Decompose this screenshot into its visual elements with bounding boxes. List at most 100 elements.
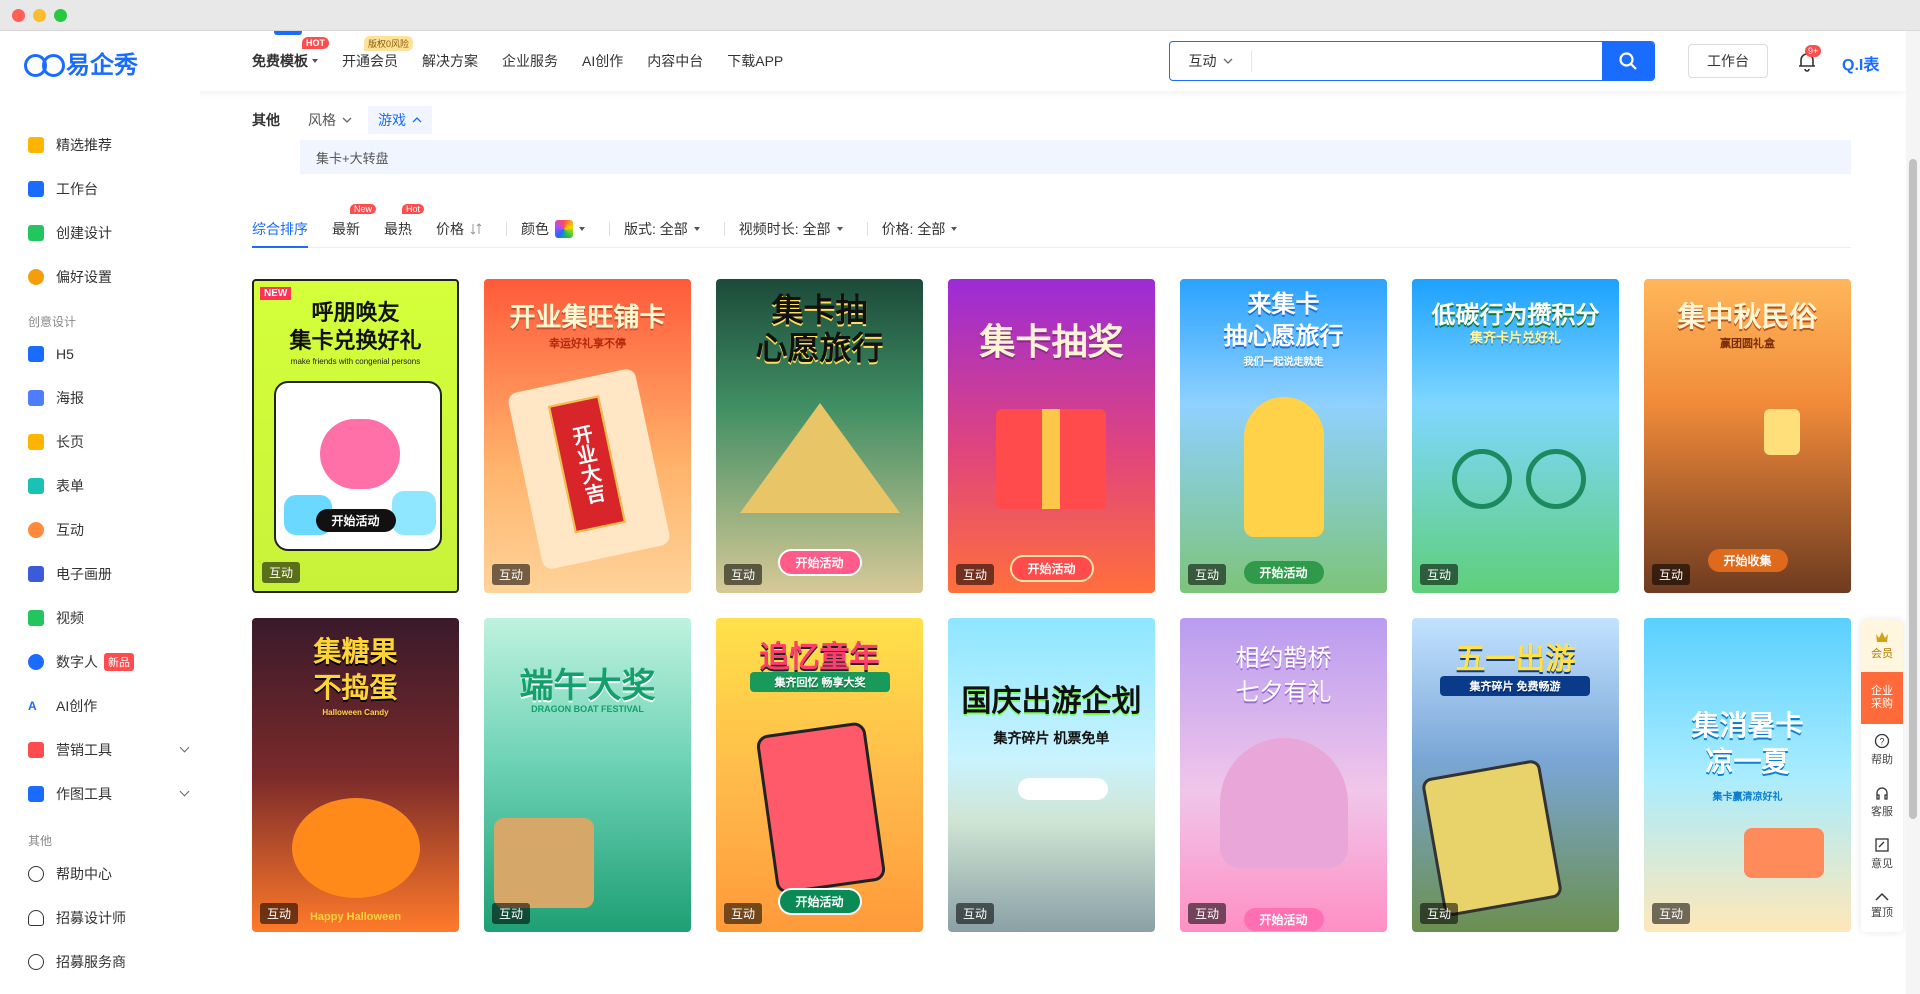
sidebar-item-ai-creation[interactable]: A AI创作 <box>28 694 188 718</box>
search-type-select[interactable]: 互动 <box>1170 50 1252 72</box>
scrollbar-thumb[interactable] <box>1909 159 1917 819</box>
card-title: 追忆童年 <box>759 641 880 674</box>
bike-wheel <box>1526 449 1586 509</box>
brand-logo[interactable]: 易企秀 <box>24 45 138 80</box>
template-card[interactable]: 开业集旺铺卡 幸运好礼享不停 开业大吉 互动 <box>484 279 691 593</box>
card-type-tag: 互动 <box>1188 903 1227 924</box>
card-type-tag: 互动 <box>956 564 995 585</box>
sidebar-item-create[interactable]: 创建设计 <box>28 221 188 245</box>
sort-price[interactable]: 价格 <box>436 210 482 247</box>
nav-solutions[interactable]: 解决方案 <box>422 31 478 91</box>
sort-newest[interactable]: 最新 New <box>332 204 377 247</box>
sidebar-item-video[interactable]: 视频 <box>28 606 188 630</box>
brand-name: 易企秀 <box>66 52 138 79</box>
template-card[interactable]: 五一出游 集齐碎片 免费畅游 互动 <box>1412 618 1619 932</box>
sidebar-item-ebook[interactable]: 电子画册 <box>28 562 188 586</box>
rail-enterprise-purchase[interactable]: 企业采购 <box>1861 672 1903 724</box>
rail-customer-service[interactable]: 客服 <box>1861 776 1903 828</box>
template-card[interactable]: 追忆童年 集齐回忆 畅享大奖 开始活动 互动 <box>716 618 923 932</box>
template-card[interactable]: 集中秋民俗 赢团圆礼盒 开始收集 互动 <box>1644 279 1851 593</box>
caret-down-icon <box>951 226 958 231</box>
monster-image <box>392 491 436 535</box>
template-card[interactable]: 集卡抽奖 开始活动 互动 <box>948 279 1155 593</box>
rail-membership[interactable]: 会员 <box>1861 620 1903 672</box>
template-card[interactable]: 端午大奖 DRAGON BOAT FESTIVAL 互动 <box>484 618 691 932</box>
color-swatch <box>555 219 573 238</box>
workbench-button[interactable]: 工作台 <box>1688 44 1768 78</box>
sidebar-item-help-center[interactable]: 帮助中心 <box>28 862 188 886</box>
nav-enterprise[interactable]: 企业服务 <box>502 31 558 91</box>
rail-feedback[interactable]: 意见 <box>1861 828 1903 880</box>
sidebar-item-label: AI创作 <box>56 698 98 714</box>
sidebar-item-poster[interactable]: 海报 <box>28 386 188 410</box>
sidebar-item-label: 视频 <box>56 610 84 626</box>
sort-label: 价格 <box>436 220 464 237</box>
plus-icon <box>28 225 44 241</box>
nav-membership[interactable]: 开通会员 版权0风险 <box>342 31 414 91</box>
filter-price[interactable]: 价格: 全部 <box>882 210 958 247</box>
interactive-icon <box>28 522 44 538</box>
filter-game[interactable]: 游戏 <box>368 106 432 134</box>
maximize-window-button[interactable] <box>54 9 67 22</box>
filter-style[interactable]: 风格 <box>308 110 352 130</box>
sort-hottest[interactable]: 最热 Hot <box>384 204 425 247</box>
card-action-button: 开始收集 <box>1707 549 1788 572</box>
card-title: 开业集旺铺卡 <box>509 302 666 332</box>
sidebar-item-long-page[interactable]: 长页 <box>28 430 188 454</box>
card-type-tag: 互动 <box>724 903 763 924</box>
card-subtitle: 我们一起说走就走 <box>1243 357 1324 368</box>
rail-help[interactable]: ? 帮助 <box>1861 724 1903 776</box>
long-page-icon <box>28 434 44 450</box>
minimize-window-button[interactable] <box>33 9 46 22</box>
sidebar-item-recruit-designer[interactable]: 招募设计师 <box>28 906 188 930</box>
template-card[interactable]: NEW 呼朋唤友 集卡兑换好礼 make friends with congen… <box>252 279 459 593</box>
hot-badge: Hot <box>402 204 425 214</box>
sidebar-item-interactive[interactable]: 互动 <box>28 518 188 542</box>
sidebar-item-drawing-tools[interactable]: 作图工具 <box>28 782 190 806</box>
filter-color[interactable]: 颜色 <box>521 210 585 247</box>
sidebar-item-recruit-provider[interactable]: 招募服务商 <box>28 950 188 974</box>
sidebar-item-featured[interactable]: 精选推荐 <box>28 133 188 157</box>
template-card[interactable]: 集卡抽 心愿旅行 开始活动 互动 <box>716 279 923 593</box>
search-input[interactable] <box>1252 42 1602 80</box>
nav-free-templates[interactable]: 免费模板 HOT <box>252 31 329 91</box>
filter-layout[interactable]: 版式: 全部 <box>624 210 700 247</box>
search-button[interactable] <box>1602 42 1654 80</box>
sidebar-item-label: 营销工具 <box>56 742 112 758</box>
card-action-button: 开始活动 <box>777 549 862 576</box>
divider <box>866 222 868 236</box>
chart-icon <box>28 181 44 197</box>
template-card[interactable]: 相约鹊桥 七夕有礼 开始活动 互动 <box>1180 618 1387 932</box>
chevron-down-icon <box>342 117 352 123</box>
close-window-button[interactable] <box>12 9 25 22</box>
sidebar-item-preferences[interactable]: 偏好设置 <box>28 265 188 289</box>
template-card[interactable]: 国庆出游企划 集齐碎片 机票免单 互动 <box>948 618 1155 932</box>
nav-ai-creation[interactable]: AI创作 <box>582 31 623 91</box>
card-action-button: 开业大吉 <box>548 395 626 534</box>
rail-label: 意见 <box>1871 858 1893 870</box>
sidebar-item-h5[interactable]: H5 <box>28 342 188 366</box>
chevron-down-icon <box>179 786 190 797</box>
sub-filter-option[interactable]: 集卡+大转盘 <box>316 148 389 167</box>
template-card[interactable]: 集糖果 不捣蛋 Halloween Candy Happy Halloween … <box>252 618 459 932</box>
sidebar-item-form[interactable]: 表单 <box>28 474 188 498</box>
template-card[interactable]: 低碳行为攒积分 集齐卡片兑好礼 互动 <box>1412 279 1619 593</box>
template-card[interactable]: 来集卡 抽心愿旅行 我们一起说走就走 开始活动 互动 <box>1180 279 1387 593</box>
card-action-button: 开始活动 <box>1243 561 1324 584</box>
filter-video-duration[interactable]: 视频时长: 全部 <box>739 210 843 247</box>
sort-comprehensive[interactable]: 综合排序 <box>252 210 308 248</box>
tent-image <box>740 403 900 513</box>
rail-label: 帮助 <box>1871 754 1893 766</box>
airplane-image <box>1018 778 1108 800</box>
nav-content-center[interactable]: 内容中台 <box>647 31 703 91</box>
sidebar-item-workbench[interactable]: 工作台 <box>28 177 188 201</box>
user-brand-mark[interactable]: Q.I表 <box>1842 51 1879 75</box>
card-title: 集卡抽 心愿旅行 <box>755 292 884 366</box>
notification-badge: 9+ <box>1805 45 1822 57</box>
sidebar-item-digital-human[interactable]: 数字人 新品 <box>28 650 188 674</box>
template-card[interactable]: 集消暑卡 凉一夏 集卡赢清凉好礼 互动 <box>1644 618 1851 932</box>
page-scrollbar[interactable] <box>1906 31 1920 994</box>
rail-back-to-top[interactable]: 置顶 <box>1861 880 1903 932</box>
sidebar-item-marketing-tools[interactable]: 营销工具 <box>28 738 190 762</box>
nav-download-app[interactable]: 下载APP <box>727 31 783 91</box>
